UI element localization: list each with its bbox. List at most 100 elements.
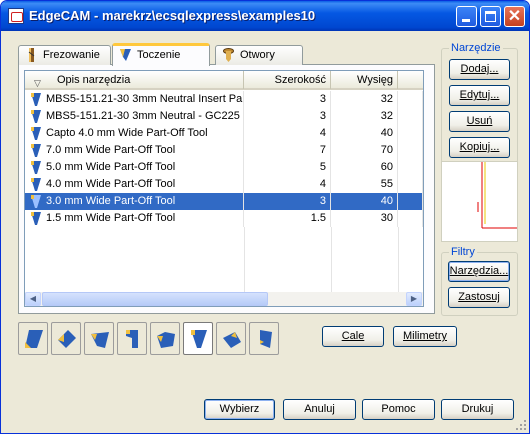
add-tool-label: Dodaj... [460,63,499,75]
filter-tools-label: Narzędzia... [449,265,509,277]
tool-reach: 40 [331,125,398,142]
delete-tool-button[interactable]: Usuń [449,111,510,132]
help-label: Pomoc [381,403,416,415]
tool-type-button-5[interactable] [150,322,180,355]
millimeters-label: Milimetry [403,330,447,342]
column-header-reach[interactable]: Wysięg [331,71,398,89]
column-name-label: Opis narzędzia [57,74,131,86]
help-button[interactable]: Pomoc [362,399,435,420]
turning-tool-type-4-icon [126,330,138,348]
table-row[interactable]: MBS5-151.21-30 3mm Neutral Insert Part 3… [25,91,423,108]
column-header-name[interactable]: ▽ Opis narzędzia [25,71,244,89]
part-off-tool-icon [31,110,41,123]
edgecam-app-icon[interactable] [8,8,24,24]
add-tool-button[interactable]: Dodaj... [449,59,510,80]
print-button[interactable]: Drukuj [441,399,514,420]
tool-type-button-7[interactable] [216,322,246,355]
tool-type-button-8[interactable] [249,322,279,355]
part-off-tool-icon [31,93,41,106]
tool-list[interactable]: ▽ Opis narzędzia Szerokość Wysięg MBS5-1… [24,70,424,307]
part-off-tool-icon [31,161,41,174]
tool-name: 3.0 mm Wide Part-Off Tool [45,193,244,210]
tool-width: 3 [244,193,331,210]
tool-type-button-4[interactable] [117,322,147,355]
resize-grip[interactable] [515,419,527,431]
minimize-button[interactable] [456,6,477,27]
tool-type-button-6[interactable] [183,322,213,355]
tab-toczenie[interactable]: Toczenie [112,43,210,66]
edit-tool-button[interactable]: Edytuj... [449,85,510,106]
apply-filter-label: Zastosuj [458,291,500,303]
tool-width: 3 [244,108,331,125]
row-filler [398,210,423,227]
title-bar[interactable]: EdgeCAM - marekrz\ecsqlexpress\examples1… [1,1,529,31]
tool-name: MBS5-151.21-30 3mm Neutral Insert Part [45,91,244,108]
tool-group-title: Narzędzie [449,42,503,54]
tool-width: 4 [244,176,331,193]
turning-tool-type-5-icon [157,332,175,348]
table-row[interactable]: 5.0 mm Wide Part-Off Tool 5 60 [25,159,423,176]
row-filler [398,176,423,193]
tool-preview-graphic [477,162,517,229]
table-row-selected[interactable]: 3.0 mm Wide Part-Off Tool 3 40 [25,193,423,210]
tab-frezowanie[interactable]: Frezowanie [18,45,111,65]
list-header: ▽ Opis narzędzia Szerokość Wysięg [25,71,423,90]
scroll-left-button[interactable]: ◀ [25,292,41,306]
tool-name: 4.0 mm Wide Part-Off Tool [45,176,244,193]
maximize-button[interactable] [480,6,501,27]
part-off-tool-icon [31,195,41,208]
resize-grip-icon [516,420,526,430]
tab-label: Toczenie [137,49,181,61]
part-off-tool-icon [31,127,41,140]
scroll-right-button[interactable]: ▶ [406,292,422,306]
minimize-icon [462,19,470,22]
table-row[interactable]: 4.0 mm Wide Part-Off Tool 4 55 [25,176,423,193]
edgecam-tool-dialog: EdgeCAM - marekrz\ecsqlexpress\examples1… [0,0,530,434]
turning-tool-type-3-icon [91,332,109,348]
table-row[interactable]: MBS5-151.21-30 3mm Neutral - GC225 3 32 [25,108,423,125]
column-header-width[interactable]: Szerokość [244,71,331,89]
copy-tool-button[interactable]: Kopiuj... [449,137,510,158]
tool-reach: 30 [331,210,398,227]
tab-label: Otwory [240,49,275,61]
apply-filter-button[interactable]: Zastosuj [448,287,510,308]
tool-width: 3 [244,91,331,108]
tool-type-button-1[interactable] [18,322,48,355]
tool-width: 5 [244,159,331,176]
table-row[interactable]: 7.0 mm Wide Part-Off Tool 7 70 [25,142,423,159]
tool-reach: 60 [331,159,398,176]
select-button[interactable]: Wybierz [204,399,275,420]
tab-otwory[interactable]: Otwory [215,45,303,65]
milling-tool-icon [28,48,35,62]
row-filler [398,91,423,108]
row-filler [398,193,423,210]
grid-line [398,227,399,292]
filter-tools-button[interactable]: Narzędzia... [448,261,510,282]
horizontal-scrollbar[interactable]: ◀ ▶ [25,292,423,306]
select-label: Wybierz [219,403,260,415]
close-icon: ✕ [507,8,522,25]
close-button[interactable]: ✕ [504,6,525,27]
tool-type-button-2[interactable] [51,322,81,355]
drilling-tool-icon [223,48,234,62]
tool-reach: 32 [331,108,398,125]
row-filler [398,159,423,176]
inches-button[interactable]: Cale [322,326,384,347]
millimeters-button[interactable]: Milimetry [393,326,457,347]
part-off-tool-icon [31,178,41,191]
tool-name: 5.0 mm Wide Part-Off Tool [45,159,244,176]
tool-type-button-3[interactable] [84,322,114,355]
tool-reach: 40 [331,193,398,210]
table-row[interactable]: 1.5 mm Wide Part-Off Tool 1.5 30 [25,210,423,227]
part-off-tool-icon [31,144,41,157]
inches-label: Cale [341,330,365,342]
column-header-filler [398,71,423,89]
edit-tool-label: Edytuj... [459,89,500,101]
print-label: Drukuj [461,403,494,415]
grid-line [244,227,245,292]
cancel-button[interactable]: Anuluj [283,399,356,420]
scroll-left-icon: ◀ [29,294,37,303]
table-row[interactable]: Capto 4.0 mm Wide Part-Off Tool 4 40 [25,125,423,142]
scroll-thumb[interactable] [42,292,268,306]
column-reach-label: Wysięg [357,74,393,86]
